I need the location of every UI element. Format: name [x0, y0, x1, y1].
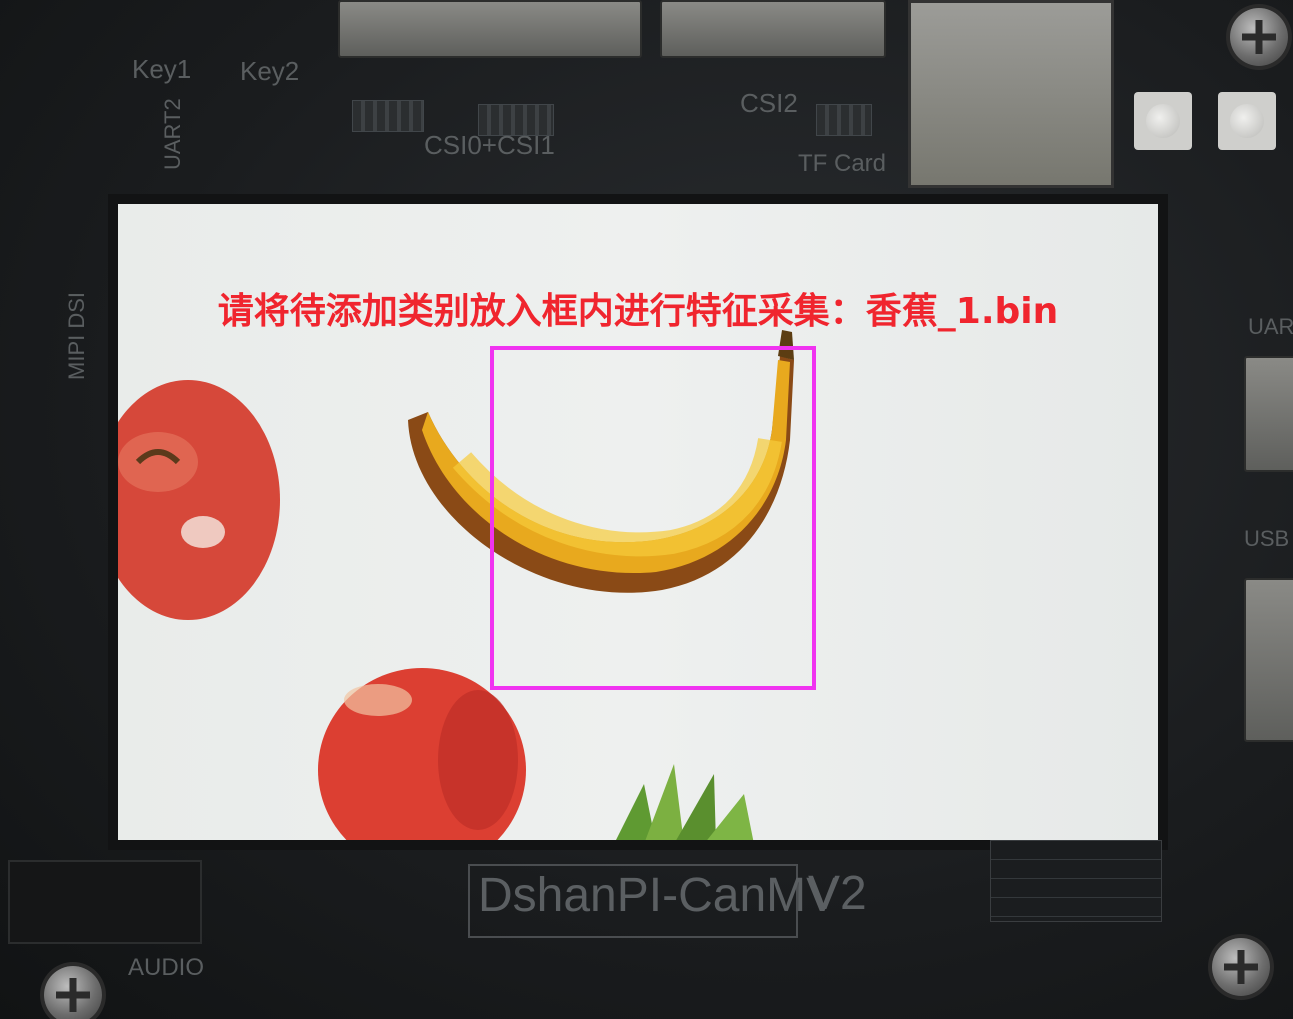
label-uart2: UART2: [160, 98, 185, 170]
label-mipi-dsi: MIPI DSI: [64, 291, 89, 380]
usb-port-2: [1244, 578, 1293, 742]
capture-frame: [490, 346, 816, 690]
apple-image: [118, 380, 280, 620]
header-pins-top-3: [816, 104, 872, 136]
label-tf-card: TF Card: [798, 150, 887, 177]
label-audio: AUDIO: [128, 954, 205, 981]
board-button-2: [1218, 92, 1276, 150]
label-key2: Key2: [240, 56, 300, 86]
label-uart: UART: [1248, 314, 1293, 339]
board-button-1: [1134, 92, 1192, 150]
label-usb: USB: [1244, 526, 1290, 551]
label-key1: Key1: [132, 54, 192, 84]
leaves-image: [616, 764, 754, 840]
csi0-connector: [338, 0, 642, 58]
dip-switch-table: [990, 840, 1162, 922]
audio-jack: [8, 860, 202, 944]
capture-prompt-text: 请将待添加类别放入框内进行特征采集：香蕉_1.bin: [217, 291, 1059, 332]
screw-icon: [1230, 8, 1288, 66]
tf-card-slot: [908, 0, 1114, 188]
label-csi2: CSI2: [740, 88, 798, 118]
csi2-connector: [660, 0, 886, 58]
label-csi0-csi1: CSI0+CSI1: [424, 130, 555, 160]
header-pins-top: [352, 100, 424, 132]
brand-version: V2: [808, 867, 867, 920]
usb-port: [1244, 356, 1293, 472]
screw-icon: [1212, 938, 1270, 996]
brand-logo: DshanPI-CanMV: [478, 869, 839, 922]
camera-photo-board: Key1 Key2 UART2 CSI0+CSI1 CSI2 TF Card M…: [0, 0, 1293, 1019]
screw-icon: [44, 966, 102, 1019]
lcd-screen: 请将待添加类别放入框内进行特征采集：香蕉_1.bin: [118, 204, 1158, 840]
